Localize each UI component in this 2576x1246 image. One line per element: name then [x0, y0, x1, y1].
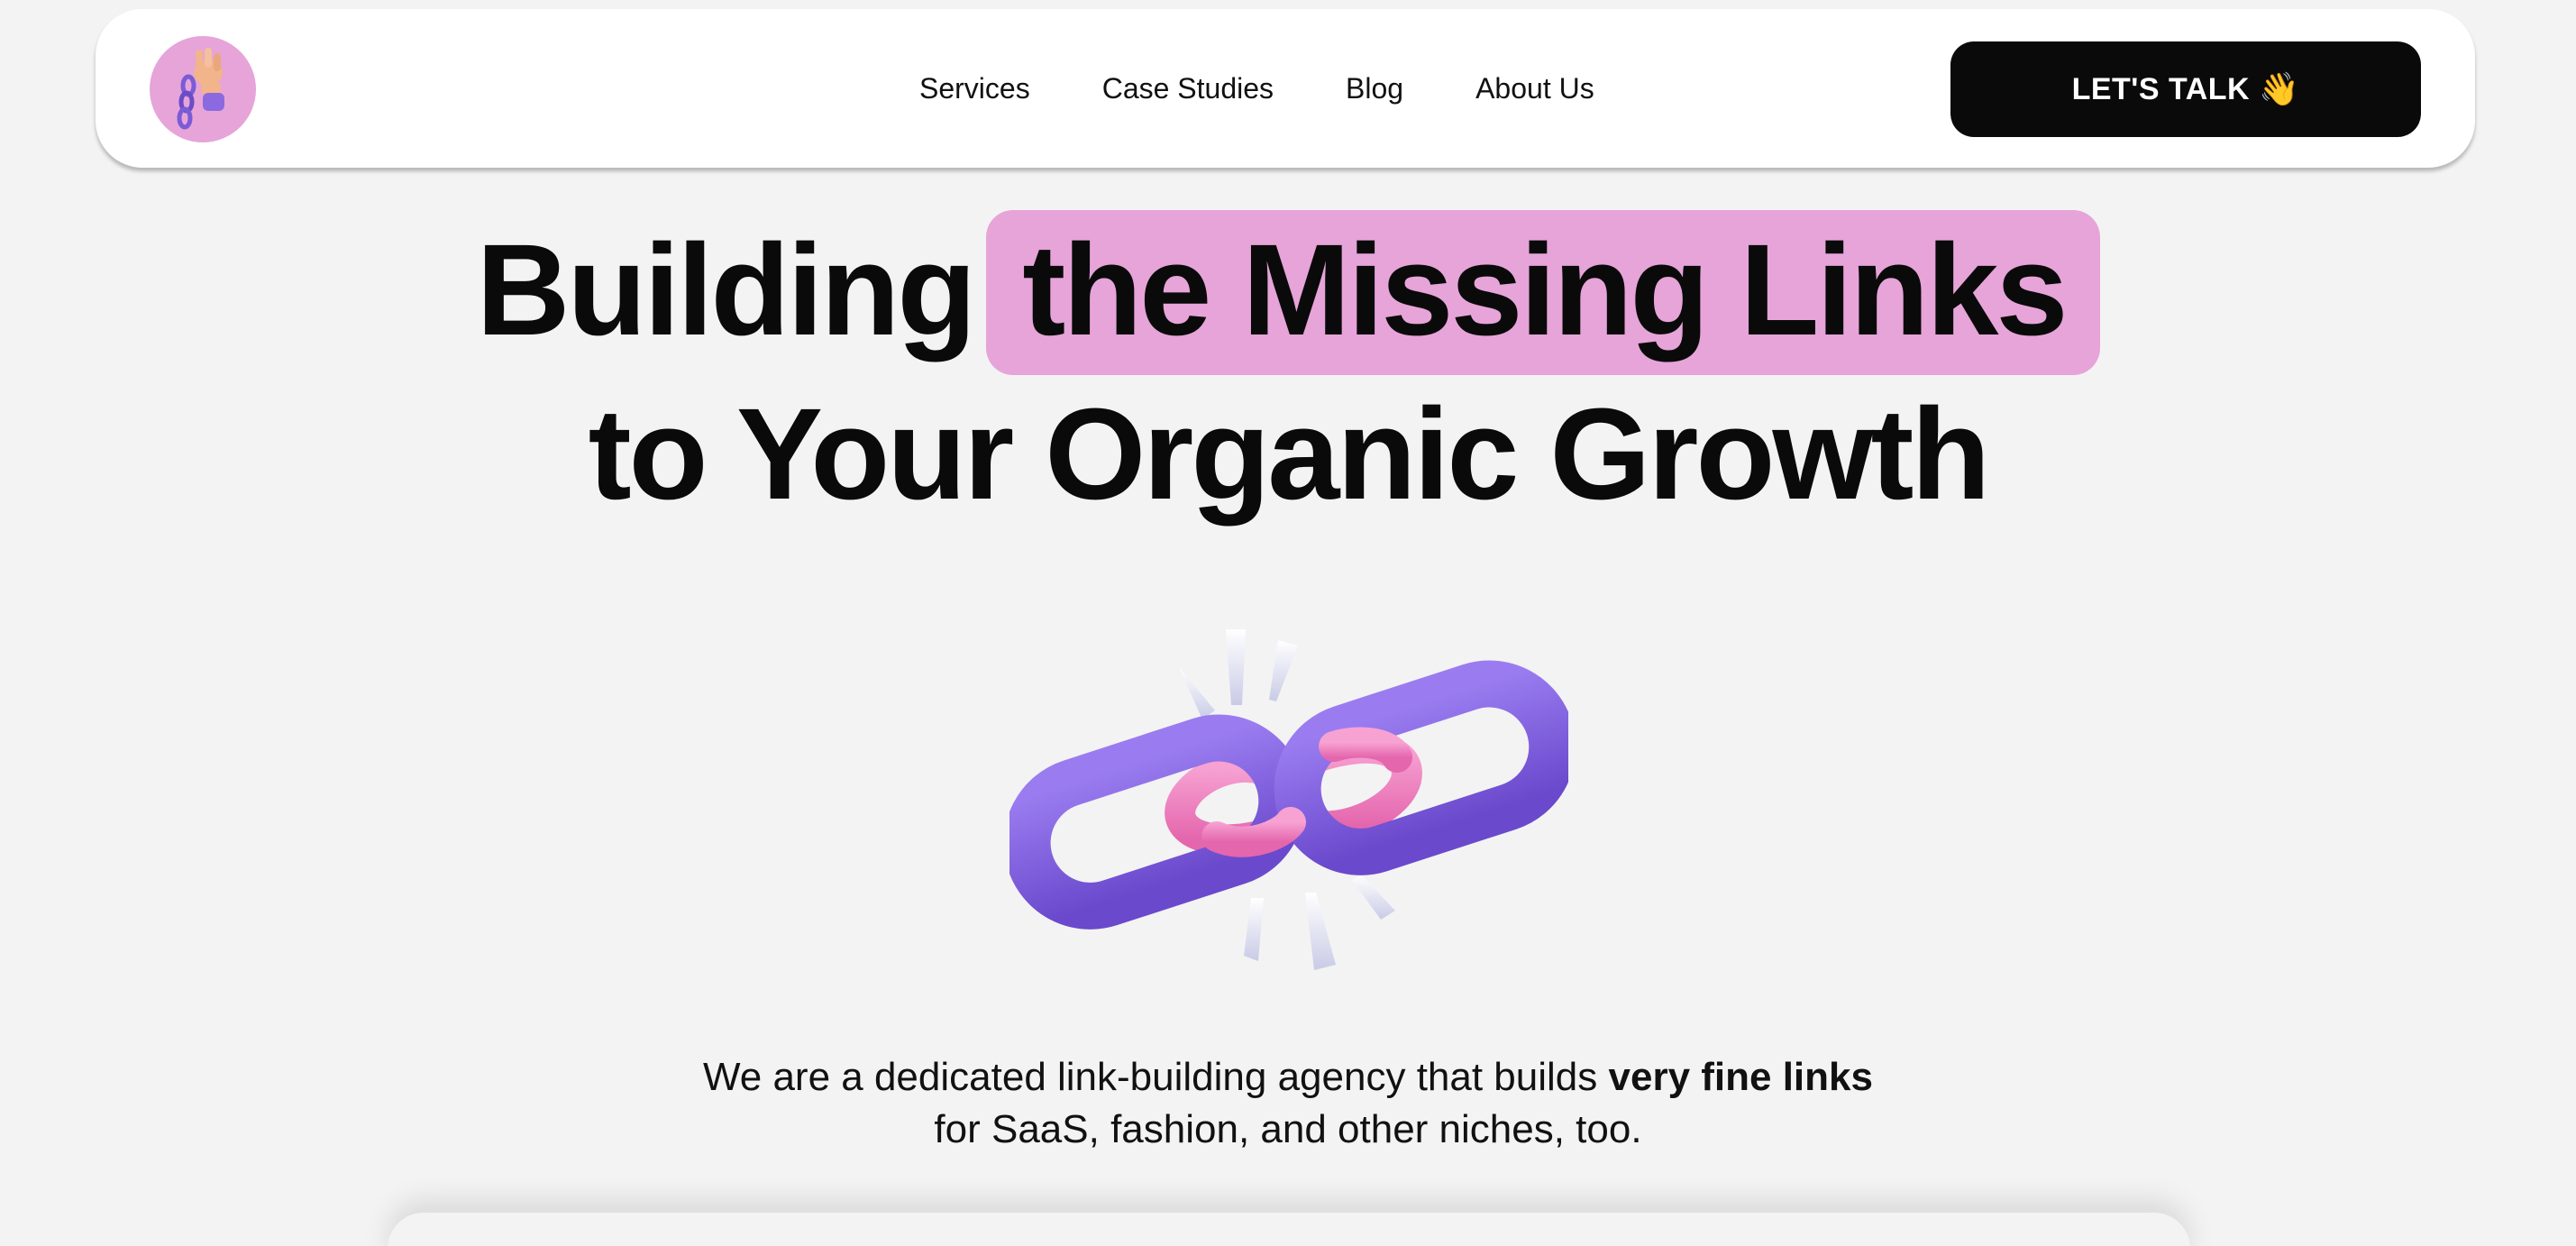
subtitle-part1: We are a dedicated link-building agency …	[703, 1055, 1609, 1099]
nav-links: Services Case Studies Blog About Us	[919, 9, 1594, 168]
hero-subtitle: We are a dedicated link-building agency …	[0, 1051, 2576, 1156]
hero-headline-line1: Building the Missing Links	[0, 210, 2576, 375]
nav-link-services[interactable]: Services	[919, 72, 1030, 105]
cta-label: LET'S TALK	[2071, 71, 2251, 106]
subtitle-bold: very fine links	[1608, 1055, 1873, 1099]
navbar: Services Case Studies Blog About Us LET'…	[96, 9, 2475, 168]
hero-illustration	[1003, 613, 1576, 992]
next-section-card	[388, 1213, 2190, 1246]
nav-link-about-us[interactable]: About Us	[1475, 72, 1594, 105]
waving-hand-icon: 👋	[2259, 70, 2300, 107]
hero-headline-line2: to Your Organic Growth	[588, 381, 1991, 527]
logo[interactable]	[150, 36, 256, 142]
subtitle-line2: for SaaS, fashion, and other niches, too…	[934, 1107, 1642, 1151]
headline-highlight: the Missing Links	[986, 210, 2100, 375]
hand-holding-chain-icon	[177, 48, 224, 130]
lets-talk-button[interactable]: LET'S TALK 👋	[1950, 41, 2421, 137]
page: Services Case Studies Blog About Us LET'…	[0, 0, 2576, 1246]
broken-chain-link-icon	[1003, 629, 1576, 970]
nav-link-blog[interactable]: Blog	[1346, 72, 1403, 105]
headline-part1: Building	[476, 217, 976, 362]
nav-link-case-studies[interactable]: Case Studies	[1102, 72, 1274, 105]
